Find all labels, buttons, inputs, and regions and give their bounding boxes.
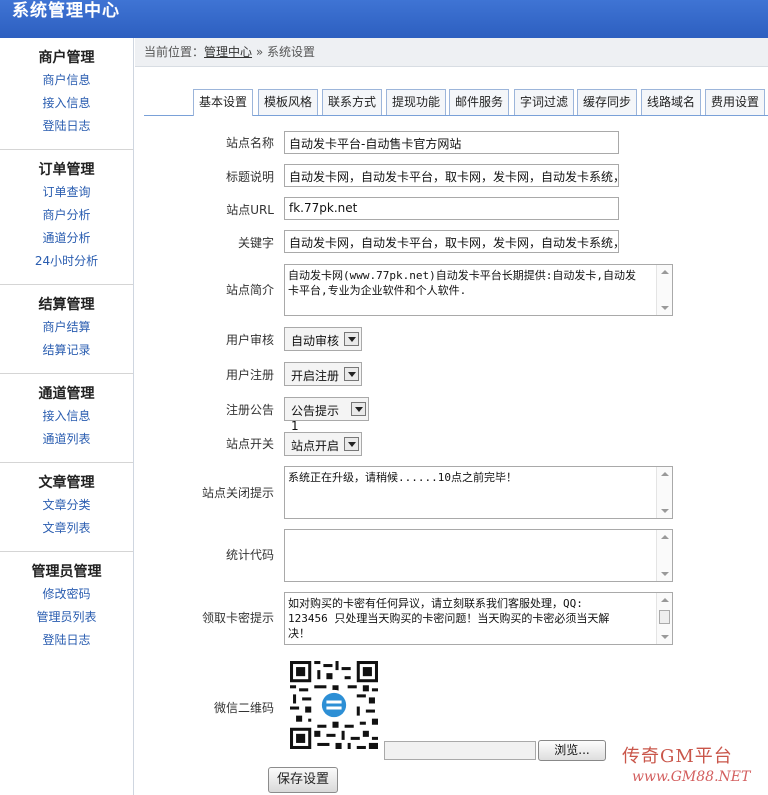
tab-cache-sync[interactable]: 缓存同步: [577, 89, 637, 115]
sidebar-item-channel-access-info[interactable]: 接入信息: [0, 405, 133, 428]
sidebar-item-admin-login-log[interactable]: 登陆日志: [0, 629, 133, 652]
sidebar-item-merchant-info[interactable]: 商户信息: [0, 69, 133, 92]
sidebar-item-article-list[interactable]: 文章列表: [0, 517, 133, 540]
site-switch-value: 站点开启: [291, 439, 340, 453]
menu-group-title: 结算管理: [38, 297, 95, 313]
menu-group-merchant: 商户管理 商户信息 接入信息 登陆日志: [0, 38, 133, 150]
qr-file-input[interactable]: [384, 741, 536, 760]
user-register-select[interactable]: 开启注册: [284, 362, 362, 386]
breadcrumb-home-link[interactable]: 管理中心: [204, 45, 252, 59]
tab-withdraw[interactable]: 提现功能: [386, 89, 446, 115]
watermark-url: www.GM88.NET: [632, 769, 751, 785]
site-name-input[interactable]: 自动发卡平台-自动售卡官方网站: [284, 131, 619, 154]
chevron-down-icon: [344, 367, 359, 381]
breadcrumb-prefix: 当前位置：: [144, 45, 205, 59]
menu-group-title: 管理员管理: [31, 564, 102, 580]
tab-mail-service[interactable]: 邮件服务: [449, 89, 509, 115]
register-notice-value: 公告提示1: [291, 404, 340, 433]
sidebar-item-order-query[interactable]: 订单查询: [0, 181, 133, 204]
user-review-select[interactable]: 自动审核: [284, 327, 362, 351]
sidebar-item-article-categories[interactable]: 文章分类: [0, 494, 133, 517]
sidebar-item-channel-list[interactable]: 通道列表: [0, 428, 133, 451]
breadcrumb-current: 系统设置: [267, 45, 316, 59]
sidebar-item-login-log[interactable]: 登陆日志: [0, 115, 133, 138]
tab-word-filter[interactable]: 字词过滤: [514, 89, 574, 115]
keywords-input[interactable]: 自动发卡网，自动发卡平台，取卡网，发卡网，自动发卡系统，: [284, 230, 619, 253]
site-title-input[interactable]: 自动发卡网，自动发卡平台，取卡网，发卡网，自动发卡系统，: [284, 164, 619, 187]
watermark-logo: 传奇GM平台 www.GM88.NET: [622, 742, 768, 792]
tab-contact[interactable]: 联系方式: [322, 89, 382, 115]
menu-group-title: 商户管理: [38, 50, 95, 66]
tab-basic-settings[interactable]: 基本设置: [193, 89, 253, 116]
description-textarea[interactable]: 自动发卡网(www.77pk.net)自动发卡平台长期提供:自动发卡,自动发 卡…: [284, 264, 673, 316]
wechat-qr-code-image: [290, 661, 378, 749]
breadcrumb-separator: »: [252, 45, 268, 59]
settings-tabs: 基本设置 模板风格 联系方式 提现功能 邮件服务 字词过滤 缓存同步 线路域名 …: [144, 89, 768, 116]
top-header: 系统管理中心: [0, 0, 768, 38]
menu-group-settlement: 结算管理 商户结算 结算记录: [0, 285, 133, 374]
card-notice-scrollbar[interactable]: [656, 593, 672, 644]
save-button[interactable]: 保存设置: [268, 767, 338, 793]
close-notice-textarea[interactable]: 系统正在升级，请稍候......10点之前完毕！: [284, 466, 673, 519]
sidebar-item-settlement-records[interactable]: 结算记录: [0, 339, 133, 362]
chevron-down-icon: [344, 332, 359, 346]
watermark-title: 传奇GM平台: [622, 746, 733, 767]
menu-group-title: 订单管理: [38, 162, 95, 178]
user-review-label: 用户审核: [225, 333, 274, 347]
tab-line-domain[interactable]: 线路域名: [641, 89, 701, 115]
site-switch-select[interactable]: 站点开启: [284, 432, 362, 456]
register-notice-select[interactable]: 公告提示1: [284, 397, 369, 433]
app-title: 系统管理中心: [12, 1, 120, 21]
close-notice-text: 系统正在升级，请稍候......10点之前完毕！: [288, 471, 517, 484]
menu-group-channels: 通道管理 接入信息 通道列表: [0, 374, 133, 463]
site-url-input[interactable]: fk.77pk.net: [284, 197, 619, 220]
site-name-label: 站点名称: [225, 136, 274, 150]
card-notice-line-3: 决！: [288, 627, 310, 640]
user-register-value: 开启注册: [291, 369, 340, 383]
sidebar-item-channel-analysis[interactable]: 通道分析: [0, 227, 133, 250]
user-review-value: 自动审核: [291, 334, 340, 348]
card-notice-line-2: 123456 只处理当天购买的卡密问题！当天购买的卡密必须当天解: [288, 612, 610, 625]
sidebar-item-merchant-settlement[interactable]: 商户结算: [0, 316, 133, 339]
chevron-down-icon: [351, 402, 366, 416]
user-register-label: 用户注册: [225, 368, 274, 382]
description-line-2: 卡平台,专业为企业软件和个人软件.: [288, 284, 467, 297]
tab-fee-settings[interactable]: 费用设置: [705, 89, 765, 115]
chevron-down-icon: [344, 437, 359, 451]
description-line-1: 自动发卡网(www.77pk.net)自动发卡平台长期提供:自动发卡,自动发: [288, 269, 636, 282]
sidebar-item-change-password[interactable]: 修改密码: [0, 583, 133, 606]
card-notice-line-1: 如对购买的卡密有任何异议，请立刻联系我们客服处理，QQ:: [288, 597, 583, 610]
tab-template-style[interactable]: 模板风格: [258, 89, 318, 115]
sidebar: 商户管理 商户信息 接入信息 登陆日志 订单管理 订单查询 商户分析 通道分析 …: [0, 38, 134, 795]
menu-group-title: 文章管理: [38, 475, 95, 491]
wechat-qr-label: 微信二维码: [213, 701, 274, 715]
site-switch-label: 站点开关: [225, 437, 274, 451]
close-notice-label: 站点关闭提示: [201, 486, 274, 500]
browse-button[interactable]: 浏览...: [538, 740, 606, 761]
card-notice-textarea[interactable]: 如对购买的卡密有任何异议，请立刻联系我们客服处理，QQ: 123456 只处理当…: [284, 592, 673, 645]
close-notice-scrollbar[interactable]: [656, 467, 672, 518]
menu-group-admins: 管理员管理 修改密码 管理员列表 登陆日志: [0, 552, 133, 663]
description-label: 站点简介: [225, 283, 274, 297]
menu-group-orders: 订单管理 订单查询 商户分析 通道分析 24小时分析: [0, 150, 133, 285]
sidebar-item-access-info[interactable]: 接入信息: [0, 92, 133, 115]
description-scrollbar[interactable]: [656, 265, 672, 315]
menu-group-title: 通道管理: [38, 386, 95, 402]
sidebar-item-admin-list[interactable]: 管理员列表: [0, 606, 133, 629]
sidebar-item-24h-analysis[interactable]: 24小时分析: [0, 250, 133, 273]
menu-group-articles: 文章管理 文章分类 文章列表: [0, 463, 133, 552]
register-notice-label: 注册公告: [225, 403, 274, 417]
site-title-label: 标题说明: [225, 170, 274, 184]
keywords-label: 关键字: [237, 236, 274, 250]
site-url-label: 站点URL: [226, 203, 274, 217]
sidebar-item-merchant-analysis[interactable]: 商户分析: [0, 204, 133, 227]
stats-code-label: 统计代码: [225, 548, 274, 562]
card-notice-label: 领取卡密提示: [201, 611, 274, 625]
breadcrumb: 当前位置：管理中心 » 系统设置: [135, 38, 768, 67]
stats-code-textarea[interactable]: [284, 529, 673, 582]
stats-code-scrollbar[interactable]: [656, 530, 672, 581]
